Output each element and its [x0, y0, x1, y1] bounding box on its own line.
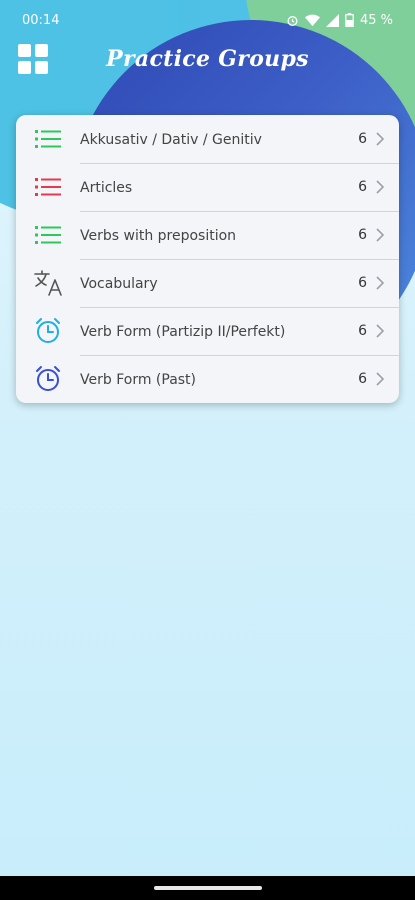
list-item[interactable]: Verbs with preposition 6 — [16, 211, 399, 259]
alarm-icon — [287, 15, 298, 26]
chevron-right-icon — [375, 372, 399, 386]
list-icon — [16, 163, 80, 211]
chevron-right-icon — [375, 324, 399, 338]
list-item[interactable]: Vocabulary 6 — [16, 259, 399, 307]
list-item-count: 6 — [358, 227, 367, 243]
battery-icon — [345, 13, 354, 27]
list-item[interactable]: Articles 6 — [16, 163, 399, 211]
list-item-count: 6 — [358, 275, 367, 291]
list-icon — [16, 115, 80, 163]
status-time: 00:14 — [22, 12, 60, 28]
status-icons: 45 % — [286, 13, 393, 28]
battery-percent: 45 % — [359, 12, 393, 28]
signal-icon — [325, 13, 339, 27]
system-navigation-bar — [0, 876, 415, 900]
status-bar: 00:14 45 % — [0, 0, 415, 40]
chevron-right-icon — [375, 132, 399, 146]
wifi-icon — [304, 14, 320, 26]
list-item-label: Verb Form (Past) — [80, 371, 197, 388]
list-item-label: Articles — [80, 179, 133, 196]
list-item-label: Verb Form (Partizip II/Perfekt) — [80, 323, 286, 340]
chevron-right-icon — [375, 276, 399, 290]
alarm-clock-icon — [16, 307, 80, 355]
list-item-count: 6 — [358, 131, 367, 147]
list-item-count: 6 — [358, 323, 367, 339]
translate-icon — [16, 259, 80, 307]
list-item[interactable]: Akkusativ / Dativ / Genitiv 6 — [16, 115, 399, 163]
home-gesture-handle[interactable] — [153, 886, 262, 890]
app-header: Practice Groups — [0, 40, 415, 80]
list-icon — [16, 211, 80, 259]
page-title: Practice Groups — [106, 46, 309, 72]
list-item-count: 6 — [358, 179, 367, 195]
list-item-label: Akkusativ / Dativ / Genitiv — [80, 131, 262, 148]
chevron-right-icon — [375, 180, 399, 194]
list-item-count: 6 — [358, 371, 367, 387]
list-item[interactable]: Verb Form (Partizip II/Perfekt) 6 — [16, 307, 399, 355]
alarm-clock-icon — [16, 355, 80, 403]
list-item-label: Verbs with preposition — [80, 227, 237, 244]
chevron-right-icon — [375, 228, 399, 242]
practice-groups-list: Akkusativ / Dativ / Genitiv 6 Articles 6 — [16, 115, 399, 403]
list-item-label: Vocabulary — [80, 275, 158, 292]
list-item[interactable]: Verb Form (Past) 6 — [16, 355, 399, 403]
